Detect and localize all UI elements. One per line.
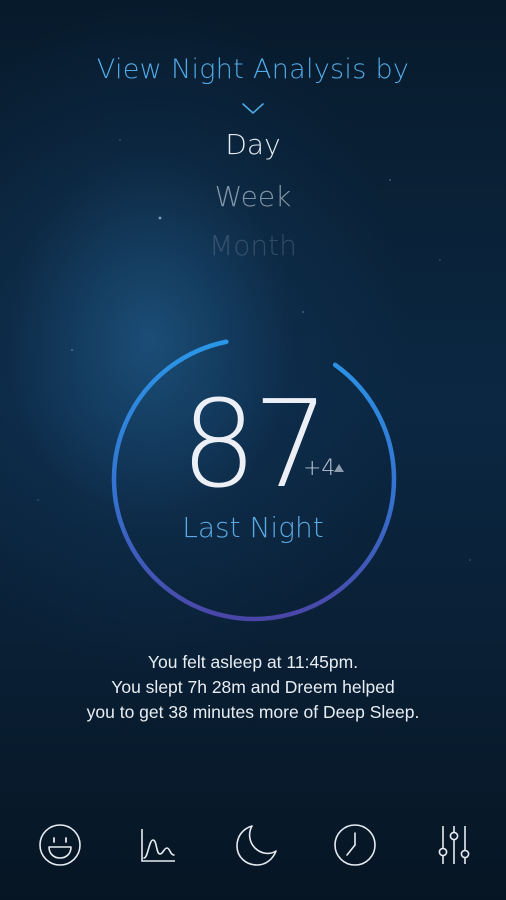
sleep-summary: You felt asleep at 11:45pm. You slept 7h… [0, 650, 506, 725]
nav-sleep-button[interactable] [226, 815, 286, 875]
chart-icon [141, 829, 175, 862]
chevron-down-icon[interactable] [241, 102, 265, 116]
moon-icon [236, 825, 277, 866]
score-label: Last Night [182, 511, 324, 544]
summary-line: you to get 38 minutes more of Deep Sleep… [86, 702, 420, 722]
smiley-icon [39, 824, 81, 866]
clock-icon [334, 824, 376, 866]
nav-mood-button[interactable] [30, 815, 90, 875]
nav-settings-button[interactable] [424, 815, 484, 875]
up-arrow-icon [334, 464, 344, 472]
period-option-week[interactable]: Week [0, 180, 506, 213]
sliders-icon [438, 826, 470, 864]
nav-alarm-button[interactable] [325, 815, 385, 875]
nav-analysis-button[interactable] [128, 815, 188, 875]
summary-line: You felt asleep at 11:45pm. [147, 652, 359, 672]
page-title: View Night Analysis by [96, 54, 410, 85]
sleep-score: 87 [180, 376, 330, 515]
period-option-month[interactable]: Month [0, 229, 506, 262]
summary-line: You slept 7h 28m and Dreem helped [111, 677, 395, 697]
period-option-day[interactable]: Day [0, 128, 506, 161]
bottom-navigation [0, 815, 506, 875]
score-delta: +4 [303, 456, 336, 481]
